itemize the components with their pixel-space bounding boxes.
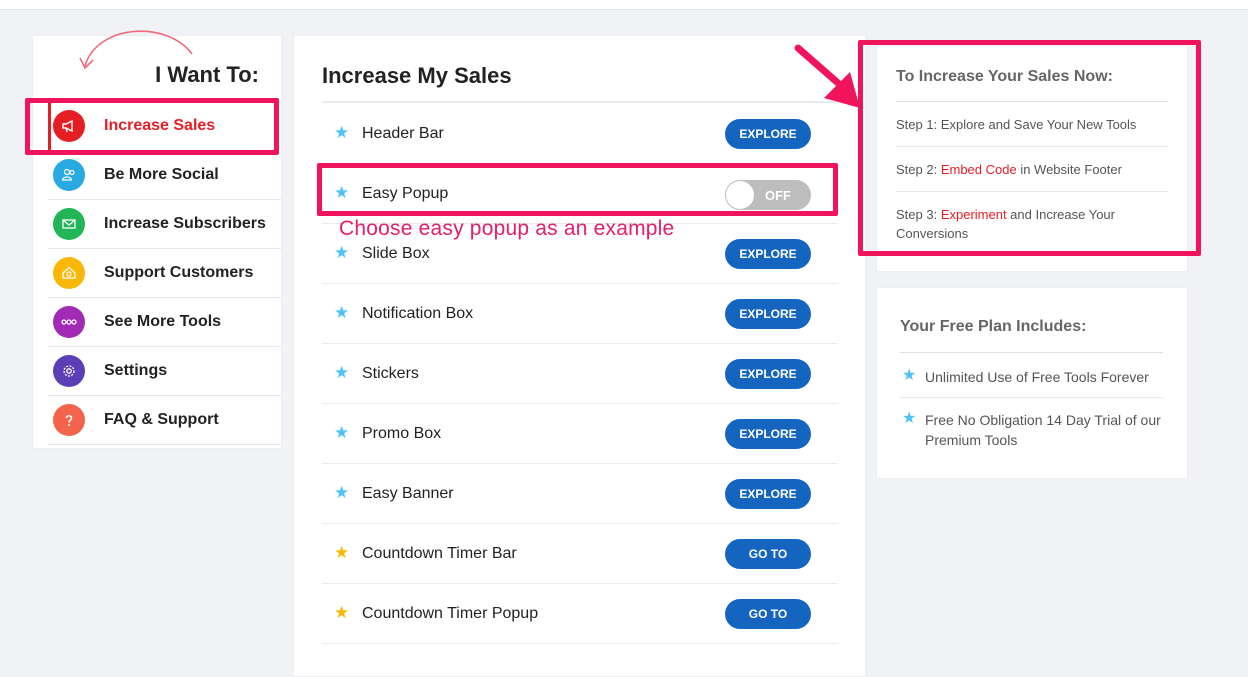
- sidebar-item-faq-support[interactable]: FAQ & Support: [48, 396, 281, 445]
- feature-text: Free No Obligation 14 Day Trial of our P…: [925, 412, 1161, 448]
- star-icon: ★: [334, 303, 350, 322]
- sidebar-item-increase-sales[interactable]: Increase Sales: [48, 102, 281, 151]
- sidebar-nav: Increase Sales Be More Social Increase S…: [48, 102, 281, 445]
- star-icon: ★: [334, 183, 350, 202]
- explore-button[interactable]: EXPLORE: [725, 479, 811, 509]
- annotation-text: Choose easy popup as an example: [339, 217, 675, 240]
- steps-divider: [896, 101, 1168, 102]
- tools-panel: Increase My Sales ★ Header Bar EXPLORE ★…: [293, 35, 866, 677]
- free-plan-title: Your Free Plan Includes:: [900, 318, 1087, 335]
- feature-text: Unlimited Use of Free Tools Forever: [925, 369, 1149, 385]
- explore-button[interactable]: EXPLORE: [725, 359, 811, 389]
- embed-code-link[interactable]: Embed Code: [941, 162, 1017, 177]
- free-plan-divider: [900, 352, 1163, 353]
- go-to-button[interactable]: GO TO: [725, 539, 811, 569]
- sidebar-item-be-more-social[interactable]: Be More Social: [48, 151, 281, 200]
- sidebar-item-label: Increase Sales: [104, 117, 216, 134]
- tool-row-notification-box: ★ Notification Box EXPLORE: [322, 284, 837, 344]
- tool-name: Stickers: [362, 365, 419, 382]
- gear-icon: [53, 355, 85, 387]
- users-icon: [53, 159, 85, 191]
- tool-row-easy-banner: ★ Easy Banner EXPLORE: [322, 464, 837, 524]
- free-plan-panel: Your Free Plan Includes: ★ Unlimited Use…: [876, 287, 1188, 479]
- step-2-prefix: Step 2:: [896, 162, 941, 177]
- tool-row-easy-popup: ★ Easy Popup OFF: [322, 164, 837, 224]
- toggle-knob: [726, 181, 754, 209]
- star-icon: ★: [902, 410, 917, 427]
- title-divider: [322, 101, 837, 103]
- toggle-label: OFF: [765, 188, 791, 203]
- tool-row-countdown-timer-bar: ★ Countdown Timer Bar GO TO: [322, 524, 837, 584]
- steps-panel: To Increase Your Sales Now: Step 1: Expl…: [876, 45, 1188, 272]
- explore-button[interactable]: EXPLORE: [725, 299, 811, 329]
- tool-name: Countdown Timer Popup: [362, 605, 539, 622]
- sidebar-item-label: Settings: [104, 362, 168, 379]
- step-2: Step 2: Embed Code in Website Footer: [896, 147, 1168, 192]
- pointer-arrow: [794, 44, 860, 108]
- step-2-suffix: in Website Footer: [1016, 162, 1122, 177]
- tool-row-header-bar: ★ Header Bar EXPLORE: [322, 104, 837, 164]
- star-icon: ★: [334, 123, 350, 142]
- sidebar-item-label: See More Tools: [104, 313, 222, 330]
- go-to-button[interactable]: GO TO: [725, 599, 811, 629]
- more-icon: [53, 306, 85, 338]
- tool-name: Easy Popup: [362, 185, 449, 202]
- tool-name: Notification Box: [362, 305, 474, 322]
- explore-button[interactable]: EXPLORE: [725, 419, 811, 449]
- step-1: Step 1: Explore and Save Your New Tools: [896, 103, 1168, 147]
- sidebar-item-support-customers[interactable]: Support Customers: [48, 249, 281, 298]
- sidebar-title: I Want To:: [155, 62, 259, 87]
- star-icon: ★: [334, 243, 350, 262]
- feature-divider: [900, 397, 1163, 398]
- tool-name: Countdown Timer Bar: [362, 545, 517, 562]
- easy-popup-toggle[interactable]: OFF: [725, 180, 811, 210]
- star-icon: ★: [334, 423, 350, 442]
- support-icon: [53, 257, 85, 289]
- tool-name: Promo Box: [362, 425, 442, 442]
- tool-list: ★ Header Bar EXPLORE ★ Easy Popup OFF ★ …: [322, 104, 837, 644]
- sidebar-item-label: Increase Subscribers: [104, 215, 266, 232]
- step-3-prefix: Step 3:: [896, 207, 941, 222]
- envelope-icon: [53, 208, 85, 240]
- page-title: Increase My Sales: [322, 63, 512, 88]
- star-icon: ★: [334, 543, 350, 562]
- tool-name: Slide Box: [362, 245, 430, 262]
- tool-row-stickers: ★ Stickers EXPLORE: [322, 344, 837, 404]
- tool-name: Easy Banner: [362, 485, 454, 502]
- step-3: Step 3: Experiment and Increase Your Con…: [896, 192, 1168, 243]
- tool-row-countdown-timer-popup: ★ Countdown Timer Popup GO TO: [322, 584, 837, 644]
- sidebar-item-label: Support Customers: [104, 264, 254, 281]
- step-1-text: Step 1: Explore and Save Your New Tools: [896, 117, 1137, 132]
- explore-button[interactable]: EXPLORE: [725, 119, 811, 149]
- sidebar-item-see-more-tools[interactable]: See More Tools: [48, 298, 281, 347]
- star-icon: ★: [334, 483, 350, 502]
- star-icon: ★: [334, 603, 350, 622]
- steps-title: To Increase Your Sales Now:: [896, 68, 1113, 85]
- explore-button[interactable]: EXPLORE: [725, 239, 811, 269]
- star-icon: ★: [902, 367, 917, 384]
- tool-name: Header Bar: [362, 125, 444, 142]
- tool-row-promo-box: ★ Promo Box EXPLORE: [322, 404, 837, 464]
- experiment-link[interactable]: Experiment: [941, 207, 1007, 222]
- sidebar-item-increase-subscribers[interactable]: Increase Subscribers: [48, 200, 281, 249]
- question-icon: [53, 404, 85, 436]
- top-bar: [0, 0, 1248, 10]
- sidebar-item-settings[interactable]: Settings: [48, 347, 281, 396]
- steps-list: Step 1: Explore and Save Your New Tools …: [896, 103, 1168, 243]
- megaphone-icon: [53, 110, 85, 142]
- sidebar-item-label: FAQ & Support: [104, 411, 219, 428]
- sidebar-panel: I Want To: Increase Sales Be More Social…: [32, 30, 282, 449]
- sidebar-item-label: Be More Social: [104, 166, 219, 183]
- star-icon: ★: [334, 363, 350, 382]
